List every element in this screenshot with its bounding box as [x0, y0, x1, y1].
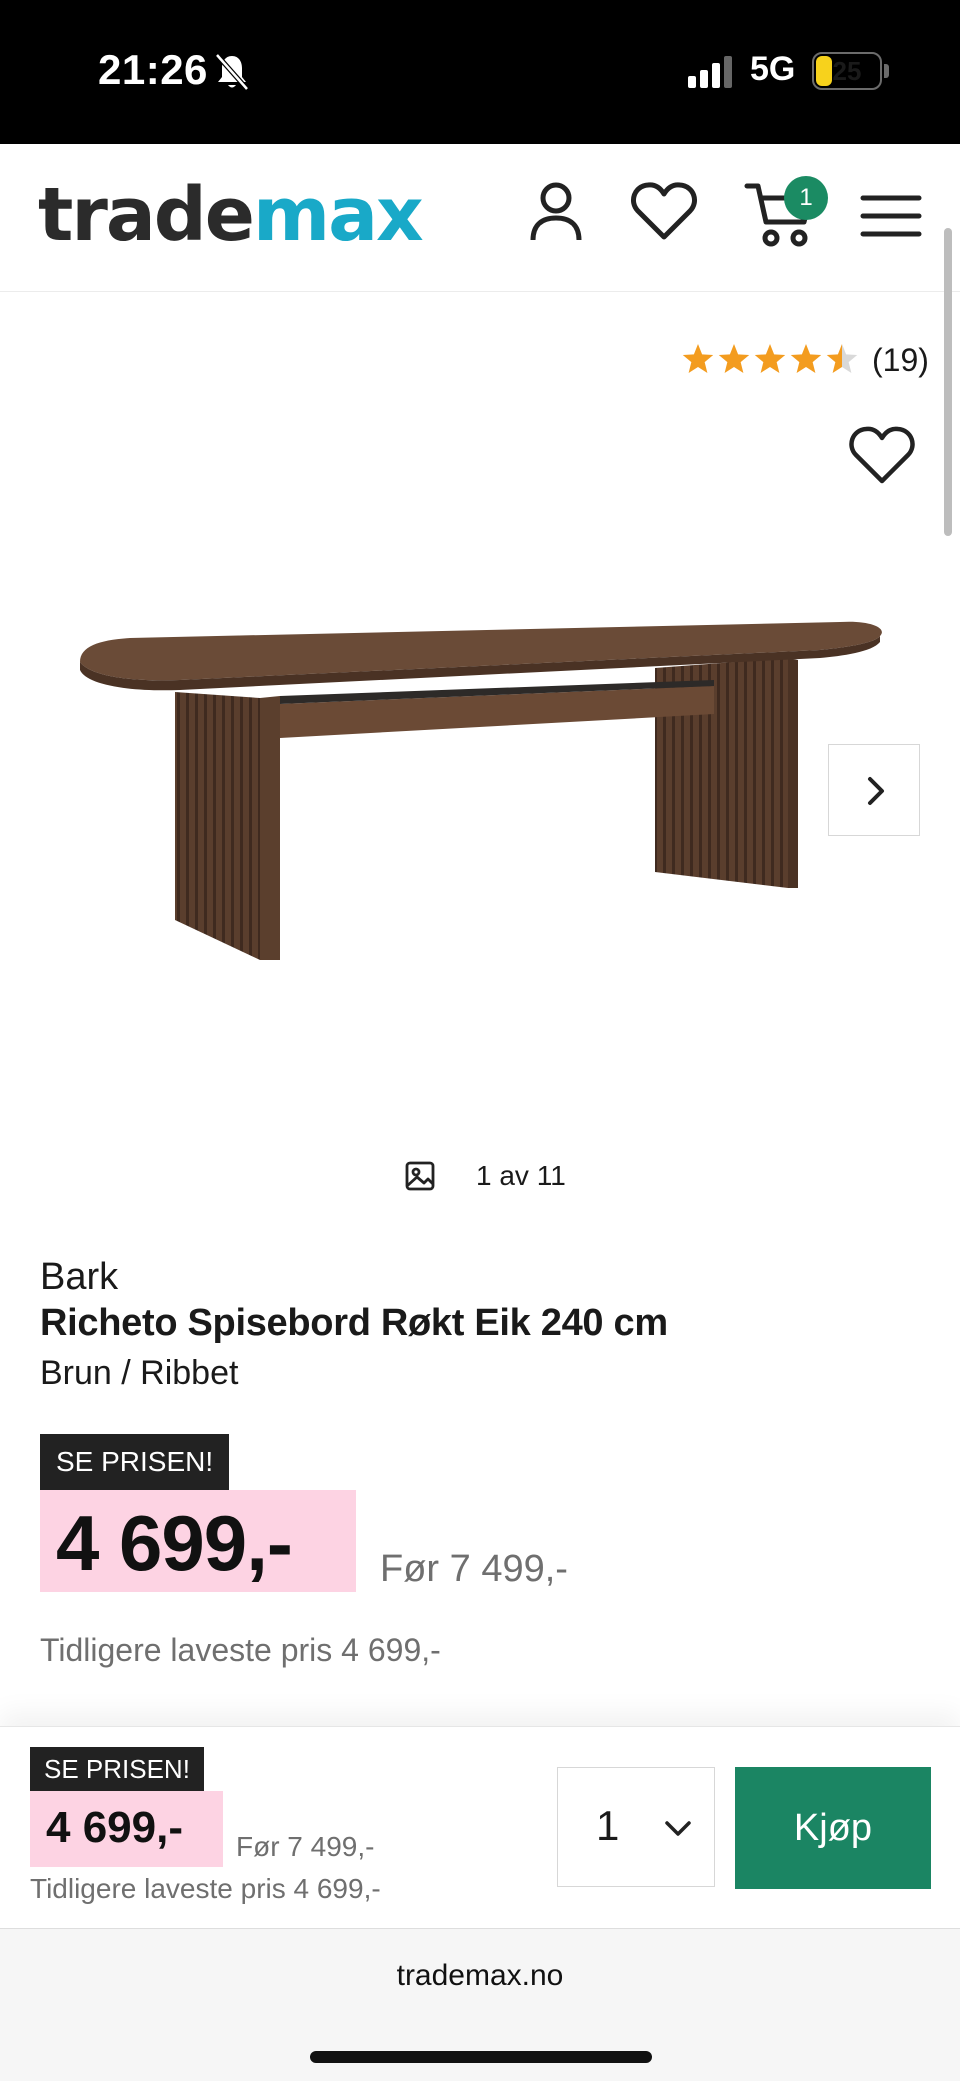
page-scrollbar[interactable] — [944, 228, 952, 536]
price-box: 4 699,- — [40, 1490, 356, 1592]
buy-bar-promo-badge: SE PRISEN! — [30, 1747, 204, 1791]
product-brand[interactable]: Bark — [40, 1256, 118, 1299]
quantity-select[interactable]: 1 — [557, 1767, 715, 1887]
star-icon — [790, 344, 822, 373]
signal-icon — [688, 56, 732, 88]
review-count: (19) — [872, 341, 929, 378]
star-icon — [682, 344, 714, 373]
image-counter[interactable]: 1 av 11 — [404, 1158, 566, 1194]
home-indicator[interactable] — [310, 2051, 652, 2063]
rating-stars — [682, 344, 858, 373]
image-counter-text: 1 av 11 — [476, 1160, 566, 1191]
buy-bar-lowest-price: Tidligere laveste pris 4 699,- — [30, 1873, 381, 1904]
lowest-price-note: Tidligere laveste pris 4 699,- — [40, 1632, 441, 1668]
chevron-right-icon — [868, 777, 884, 805]
star-icon — [754, 344, 786, 373]
buy-bar-price: 4 699,- — [46, 1803, 183, 1852]
product-wishlist-heart-icon[interactable] — [848, 424, 916, 486]
buy-button[interactable]: Kjøp — [735, 1767, 931, 1889]
promo-badge: SE PRISEN! — [40, 1434, 230, 1490]
star-icon — [718, 344, 750, 373]
star-icon — [826, 344, 858, 373]
bell-off-icon — [215, 53, 249, 91]
account-icon[interactable] — [528, 180, 584, 246]
buy-bar-old-price: Før 7 499,- — [236, 1831, 375, 1862]
browser-url[interactable]: trademax.no — [0, 1959, 960, 1993]
network-type: 5G — [750, 50, 796, 88]
battery-cap — [884, 64, 889, 78]
old-price: Før 7 499,- — [380, 1548, 568, 1590]
logo-part-trade: trade — [38, 172, 255, 258]
browser-address-bar: trademax.no — [0, 1928, 960, 2081]
battery-percent: 25 — [832, 56, 862, 86]
product-image-dining-table[interactable] — [60, 610, 890, 970]
product-rating[interactable]: (19) — [680, 338, 929, 382]
chevron-down-icon — [665, 1821, 691, 1836]
current-price: 4 699,- — [56, 1499, 293, 1587]
wishlist-heart-icon[interactable] — [630, 180, 698, 242]
buy-bar-price-box: 4 699,- — [30, 1791, 223, 1867]
gallery-next-button[interactable] — [828, 744, 920, 836]
site-header: trademax 1 — [0, 144, 960, 292]
cart-count-badge: 1 — [784, 176, 828, 220]
trademax-logo[interactable]: trademax — [38, 172, 424, 258]
product-variant: Brun / Ribbet — [40, 1354, 239, 1392]
logo-part-max: max — [252, 172, 424, 258]
status-time: 21:26 — [98, 46, 208, 93]
battery-icon: 25 — [812, 52, 882, 90]
quantity-value: 1 — [596, 1802, 620, 1849]
status-bar: 21:26 5G 25 — [0, 0, 960, 144]
product-title: Richeto Spisebord Røkt Eik 240 cm — [40, 1302, 668, 1344]
menu-icon[interactable] — [860, 194, 922, 238]
image-icon — [405, 1161, 435, 1191]
sticky-buy-bar: SE PRISEN! 4 699,- Før 7 499,- Tidligere… — [0, 1726, 960, 1928]
